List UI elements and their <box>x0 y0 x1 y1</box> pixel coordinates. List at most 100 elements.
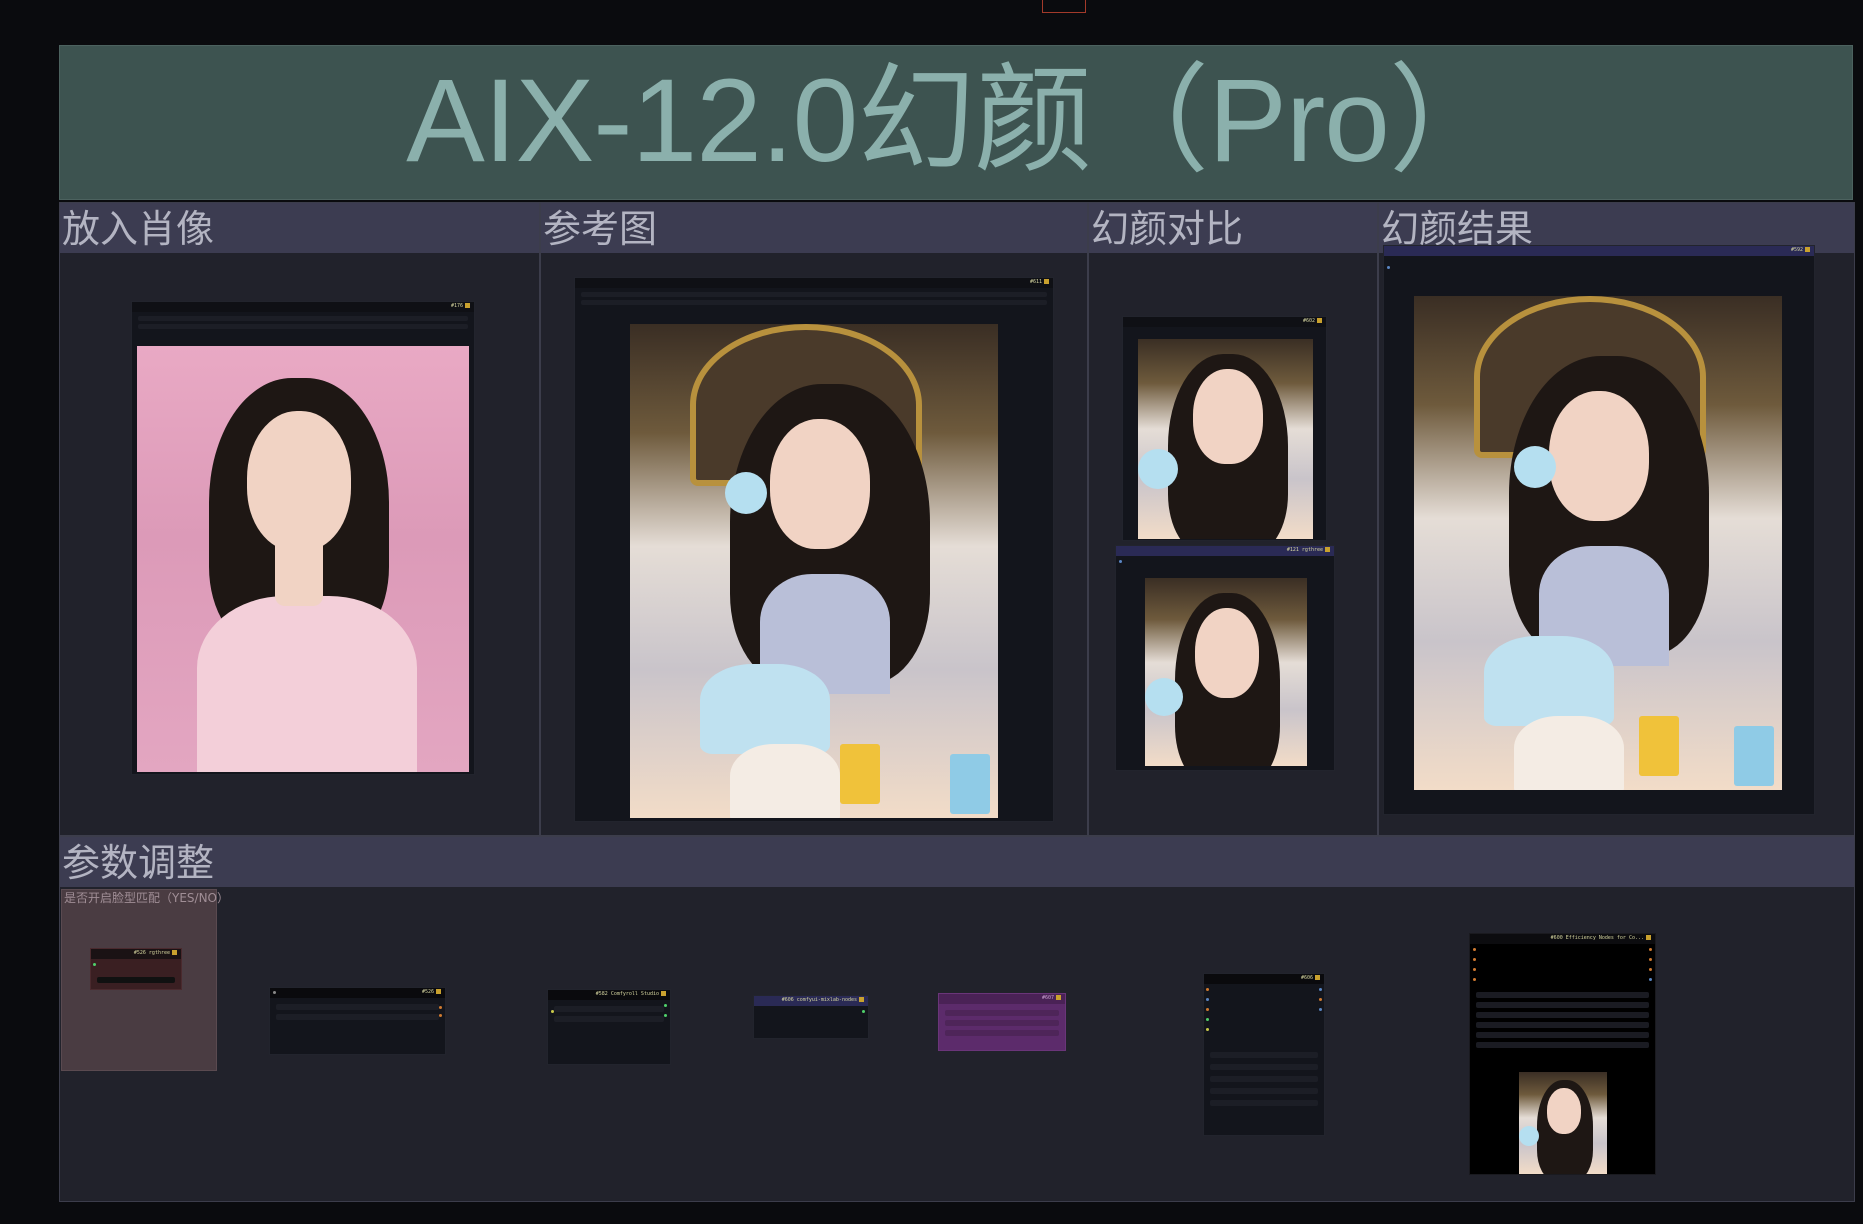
output-slot[interactable] <box>664 1014 667 1017</box>
node-header[interactable]: #176 <box>132 302 474 312</box>
node-id: #582 Comfyroll Studio <box>596 991 666 998</box>
output-slot[interactable] <box>1319 988 1322 991</box>
node-id: #606 <box>1301 975 1320 982</box>
node-widget-row[interactable] <box>1476 1032 1649 1038</box>
node-widget-row[interactable] <box>276 1004 439 1010</box>
node-widget-row[interactable] <box>97 977 175 983</box>
input-slot[interactable] <box>1473 978 1476 981</box>
node-header[interactable]: #607 <box>939 994 1065 1004</box>
node-widget-row[interactable] <box>945 1020 1059 1026</box>
node-header[interactable]: #121 rgthree <box>1116 546 1334 556</box>
node-widget-row[interactable] <box>1476 1022 1649 1028</box>
node-header[interactable]: #600 Efficiency Nodes for Co... <box>1470 934 1655 944</box>
input-slot[interactable] <box>93 963 96 966</box>
node-widget-row[interactable] <box>138 316 468 321</box>
param-node-a[interactable]: #526 <box>269 987 446 1055</box>
node-widget-row[interactable] <box>1210 1064 1318 1070</box>
preview-image-node[interactable]: #121 rgthree <box>1115 545 1335 771</box>
compare-photo-bottom <box>1145 578 1307 766</box>
node-id: #607 <box>1042 995 1061 1002</box>
node-widget-row[interactable] <box>945 1030 1059 1036</box>
input-slot[interactable] <box>1206 1008 1209 1011</box>
node-header[interactable]: #611 <box>575 278 1053 288</box>
group-portrait[interactable]: 放入肖像 #176 <box>59 202 540 836</box>
node-widget-row[interactable] <box>945 1010 1059 1016</box>
load-image-node-portrait[interactable]: #176 <box>131 301 475 775</box>
node-widget-row[interactable] <box>1476 992 1649 998</box>
node-widget-row[interactable] <box>1210 1076 1318 1082</box>
output-slot[interactable] <box>862 1010 865 1013</box>
efficiency-node[interactable]: #600 Efficiency Nodes for Co... <box>1469 933 1656 1175</box>
input-slot[interactable] <box>551 1010 554 1013</box>
input-slot[interactable] <box>1473 968 1476 971</box>
face-match-switch-group[interactable]: 是否开启脸型匹配（YES/NO） #526 rgthree <box>61 889 229 1071</box>
node-widget-row[interactable] <box>1476 1002 1649 1008</box>
param-node-c[interactable]: #606 comfyui-mixlab-nodes <box>753 995 869 1039</box>
group-compare[interactable]: 幻颜对比 #602 #121 rgthree <box>1088 202 1378 836</box>
node-widget-row[interactable] <box>276 1014 439 1020</box>
node-widget-row[interactable] <box>1476 1042 1649 1048</box>
node-header[interactable]: #526 <box>270 988 445 998</box>
node-widget-row[interactable] <box>1210 1052 1318 1058</box>
input-slot[interactable] <box>1119 560 1122 563</box>
node-widget-row[interactable] <box>1476 1012 1649 1018</box>
face-shape <box>1195 608 1259 698</box>
input-slot[interactable] <box>1206 998 1209 1001</box>
output-slot[interactable] <box>439 1014 442 1017</box>
input-slot[interactable] <box>1473 958 1476 961</box>
title-banner-group[interactable]: AIX-12.0幻颜（Pro） <box>59 45 1853 200</box>
node-widget-row[interactable] <box>554 1006 664 1012</box>
node-widget-row[interactable] <box>1210 1100 1318 1106</box>
face-shape <box>1549 391 1649 521</box>
node-widget-row[interactable] <box>554 1016 664 1022</box>
input-slot[interactable] <box>1206 1028 1209 1031</box>
output-slot[interactable] <box>1649 948 1652 951</box>
group-reference-header[interactable]: 参考图 <box>541 203 1087 253</box>
group-params-header[interactable]: 参数调整 <box>60 837 1854 887</box>
save-image-node-result[interactable]: #592 <box>1383 245 1815 815</box>
face-shape <box>1193 369 1263 464</box>
output-slot[interactable] <box>1649 968 1652 971</box>
node-header[interactable]: #606 comfyui-mixlab-nodes <box>754 996 868 1006</box>
neck-shape <box>275 536 323 606</box>
param-node-b[interactable]: #582 Comfyroll Studio <box>547 989 671 1065</box>
output-slot[interactable] <box>439 1006 442 1009</box>
node-id: #602 <box>1303 318 1322 325</box>
node-widget-row[interactable] <box>581 292 1047 297</box>
switch-node[interactable]: #526 rgthree <box>90 948 182 990</box>
param-node-e[interactable]: #606 <box>1203 973 1325 1136</box>
ball-shape <box>1138 449 1178 489</box>
load-image-node-reference[interactable]: #611 <box>574 277 1054 822</box>
output-slot[interactable] <box>1649 978 1652 981</box>
output-slot[interactable] <box>664 1004 667 1007</box>
group-portrait-title: 放入肖像 <box>62 207 215 251</box>
node-header[interactable]: #602 <box>1123 317 1326 327</box>
group-reference[interactable]: 参考图 #611 <box>540 202 1088 836</box>
cake-shape <box>1484 636 1614 726</box>
group-params[interactable]: 参数调整 是否开启脸型匹配（YES/NO） #526 rgthree #526 … <box>59 836 1855 1202</box>
node-widget-row[interactable] <box>1210 1088 1318 1094</box>
output-slot[interactable] <box>1319 1008 1322 1011</box>
collapse-dot[interactable] <box>273 991 276 994</box>
candle-shape <box>1734 726 1774 786</box>
image-compare-node[interactable]: #602 <box>1122 316 1327 541</box>
node-widget-row[interactable] <box>581 300 1047 305</box>
node-header[interactable]: #582 Comfyroll Studio <box>548 990 670 1000</box>
node-header[interactable]: #526 rgthree <box>91 949 181 959</box>
input-slot[interactable] <box>1387 266 1390 269</box>
output-slot[interactable] <box>1319 998 1322 1001</box>
node-header[interactable]: #592 <box>1384 246 1814 256</box>
param-node-d[interactable]: #607 <box>938 993 1066 1051</box>
candle-shape <box>840 744 880 804</box>
group-result[interactable]: 幻颜结果 #592 <box>1378 202 1855 836</box>
input-slot[interactable] <box>1473 948 1476 951</box>
node-header[interactable]: #606 <box>1204 974 1324 984</box>
input-slot[interactable] <box>1206 1018 1209 1021</box>
group-compare-header[interactable]: 幻颜对比 <box>1089 203 1377 253</box>
ball-shape <box>1145 678 1183 716</box>
output-slot[interactable] <box>1649 958 1652 961</box>
input-slot[interactable] <box>1206 988 1209 991</box>
node-id: #526 <box>422 989 441 996</box>
node-widget-row[interactable] <box>138 324 468 329</box>
group-portrait-header[interactable]: 放入肖像 <box>60 203 539 253</box>
